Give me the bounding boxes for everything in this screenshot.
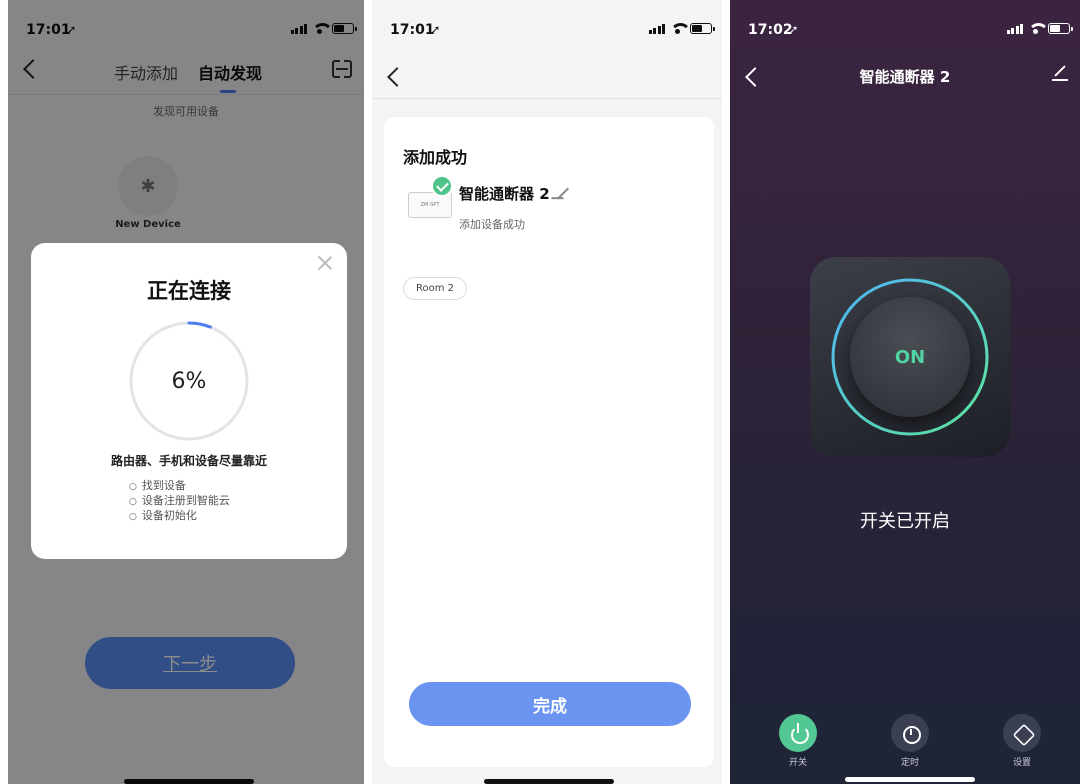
signal-icon [648, 23, 665, 34]
screen-add-success: 17:01 ➚ 添加成功 ZM-SPT 智能通断器 2 添加设备成功 Room … [372, 0, 722, 784]
status-time: 17:01 [390, 22, 435, 38]
screen-auto-discover: 17:01 ➚ 手动添加 自动发现 发现可用设备 ✱ New Device 下一… [8, 0, 364, 784]
home-indicator [845, 777, 975, 782]
signal-icon [1006, 23, 1023, 34]
modal-hint: 路由器、手机和设备尽量靠近 [110, 454, 267, 468]
location-icon: ➚ [789, 23, 799, 36]
settings-icon [1003, 714, 1041, 752]
device-name-row: 智能通断器 2 [459, 183, 569, 204]
nav-item-settings[interactable]: 设置 [994, 714, 1050, 768]
home-indicator [484, 779, 614, 784]
power-icon [779, 714, 817, 752]
divider [372, 98, 722, 99]
location-icon: ➚ [431, 23, 441, 36]
bottom-nav: 开关 定时 设置 [730, 704, 1080, 784]
status-bar: 17:02 ➚ [730, 0, 1080, 44]
progress-percent: 6% [171, 368, 207, 394]
back-icon[interactable] [387, 67, 407, 87]
modal-title: 正在连接 [147, 279, 231, 303]
edit-icon[interactable] [1052, 65, 1068, 81]
step-item: 找到设备 [129, 479, 230, 494]
power-toggle-button[interactable]: ON [850, 297, 970, 417]
done-button[interactable]: 完成 [409, 682, 691, 726]
wifi-icon [1028, 23, 1049, 34]
screen-device-control: 17:02 ➚ 智能通断器 2 ON 开关已开启 开关 定时 设置 [730, 0, 1080, 784]
success-title: 添加成功 [403, 148, 468, 167]
check-icon [431, 175, 453, 197]
status-bar: 17:01 ➚ [372, 0, 722, 44]
device-status: 添加设备成功 [459, 218, 525, 231]
nav-item-switch[interactable]: 开关 [770, 714, 826, 768]
connecting-modal: 正在连接 6% 路由器、手机和设备尽量靠近 找到设备 设备注册到智能云 设备初始… [31, 243, 347, 559]
nav-item-timer[interactable]: 定时 [882, 714, 938, 768]
close-icon[interactable] [317, 255, 333, 271]
nav-label: 定时 [900, 758, 919, 768]
power-status-text: 开关已开启 [860, 511, 950, 532]
device-title: 智能通断器 2 [859, 68, 951, 86]
edit-icon[interactable] [556, 187, 569, 200]
step-item: 设备初始化 [129, 509, 230, 524]
device-name: 智能通断器 2 [459, 185, 550, 203]
steps-list: 找到设备 设备注册到智能云 设备初始化 [129, 479, 230, 524]
step-item: 设备注册到智能云 [129, 494, 230, 509]
timer-icon [891, 714, 929, 752]
nav-label: 开关 [788, 758, 807, 768]
nav-label: 设置 [1012, 758, 1031, 768]
success-card: 添加成功 ZM-SPT 智能通断器 2 添加设备成功 Room 2 [384, 117, 714, 767]
wifi-icon [670, 23, 691, 34]
room-chip[interactable]: Room 2 [403, 277, 468, 300]
battery-icon [690, 23, 715, 34]
status-time: 17:02 [748, 22, 793, 38]
battery-icon [1048, 23, 1073, 34]
